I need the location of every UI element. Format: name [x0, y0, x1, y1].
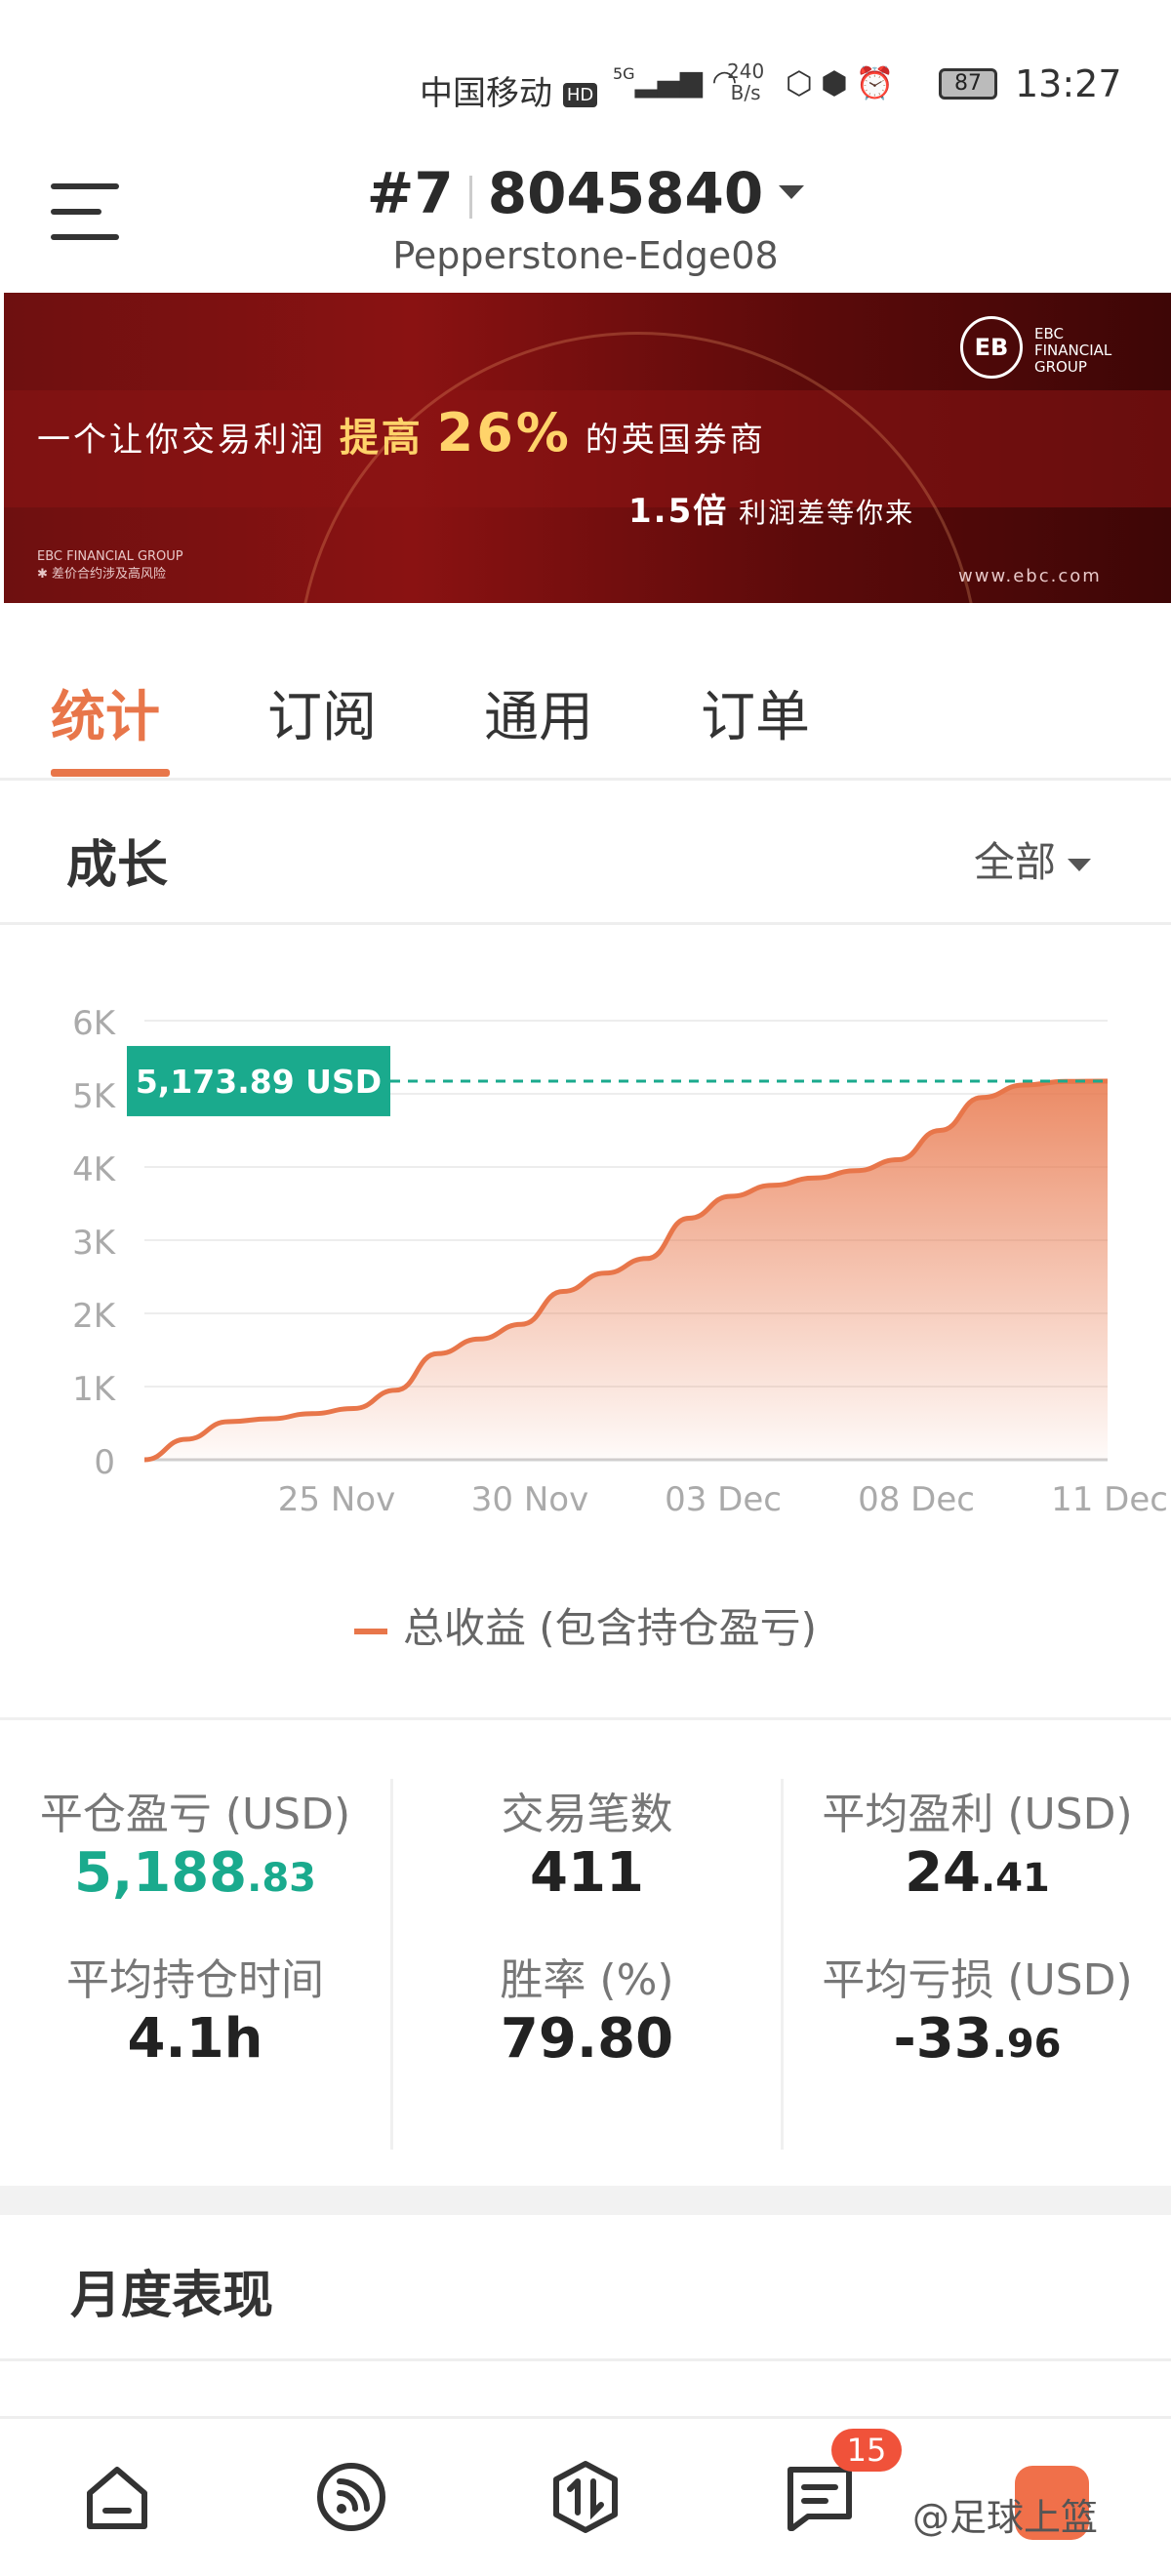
ebc-logo: EB	[960, 316, 1023, 379]
chevron-down-icon	[1068, 859, 1092, 871]
win-rate-label: 胜率 (%)	[500, 1955, 674, 2005]
legend-swatch	[353, 1628, 387, 1634]
bridge-graphic	[297, 332, 980, 603]
avg-hold-label: 平均持仓时间	[66, 1955, 324, 2005]
current-value-label: 5,173.89 USD	[136, 1063, 382, 1101]
x-tick-label: 11 Dec	[1051, 1480, 1168, 1519]
banner-subline: 1.5倍 利润差等你来	[628, 492, 915, 531]
chart-legend[interactable]: 总收益 (包含持仓盈亏)	[0, 1595, 1171, 1655]
clock: 13:27	[1015, 62, 1122, 105]
growth-header: 成长 全部	[0, 783, 1171, 925]
status-bar: 中国移动 HD 5G▂▄▆ ◠ 240 B/s ⬡⬢⏰ 87 13:27	[0, 0, 1171, 156]
avg-loss-label: 平均亏损 (USD)	[822, 1955, 1133, 2005]
chevron-down-icon	[779, 184, 805, 199]
trades-label: 交易笔数	[501, 1790, 673, 1839]
watermark: @足球上篮	[912, 2496, 1099, 2539]
shield-icon: ⬢	[820, 64, 856, 101]
battery-icon: 87	[939, 68, 997, 100]
avg-hold-value: 4.1h	[127, 2007, 263, 2071]
tab-subscribe[interactable]: 订阅	[267, 673, 377, 752]
y-tick-label: 0	[94, 1443, 115, 1482]
tab-stats[interactable]: 统计	[51, 673, 160, 752]
home-icon[interactable]	[78, 2458, 156, 2536]
trades-value: 411	[530, 1841, 644, 1905]
account-number: 8045840	[487, 160, 764, 226]
nfc-icon: ⬡	[786, 64, 821, 101]
banner-headline: 一个让你交易利润 提高 26% 的英国券商	[37, 402, 766, 463]
banner-url: www.ebc.com	[958, 566, 1102, 586]
growth-chart-svg: 0 1K 2K 3K 4K 5K 6K 25 Nov 30 Nov 03 Dec 08 Dec 11 …	[72, 1004, 1168, 1519]
signal-feed-icon[interactable]	[312, 2458, 390, 2536]
active-tab-indicator	[51, 769, 170, 777]
stats-panel: 平仓盈亏 (USD) 5,188.83 平均持仓时间 4.1h 交易笔数 411…	[0, 1717, 1171, 2186]
y-tick-label: 5K	[72, 1077, 117, 1116]
ad-banner[interactable]: EB EBC FINANCIAL GROUP 一个让你交易利润 提高 26% 的…	[4, 293, 1171, 603]
tab-general[interactable]: 通用	[484, 673, 593, 752]
account-selector[interactable]: #7 8045840	[0, 160, 1171, 226]
tab-orders[interactable]: 订单	[701, 673, 810, 752]
avg-profit-label: 平均盈利 (USD)	[822, 1790, 1133, 1839]
y-tick-label: 4K	[72, 1150, 117, 1189]
x-tick-label: 30 Nov	[471, 1480, 588, 1519]
rank: #7	[366, 160, 454, 226]
y-tick-label: 2K	[72, 1297, 117, 1336]
y-tick-label: 6K	[72, 1004, 117, 1043]
growth-chart[interactable]: 0 1K 2K 3K 4K 5K 6K 25 Nov 30 Nov 03 Dec 08 Dec 11 …	[0, 927, 1171, 1708]
monthly-header[interactable]: 月度表现	[0, 2215, 1171, 2361]
stats-column-3: 平均盈利 (USD) 24.41 平均亏损 (USD) -33.96	[781, 1779, 1171, 2150]
stats-column-2: 交易笔数 411 胜率 (%) 79.80	[390, 1779, 781, 2150]
win-rate-value: 79.80	[500, 2007, 674, 2071]
alarm-icon: ⏰	[855, 64, 903, 101]
app-header: #7 8045840 Pepperstone-Edge08	[0, 156, 1171, 293]
server-name: Pepperstone-Edge08	[392, 234, 779, 277]
bottom-nav: 15 @足球上篮	[0, 2416, 1171, 2576]
banner-footer: EBC FINANCIAL GROUP ✱ 差价合约涉及高风险	[37, 549, 183, 582]
ebc-logo-text: EBC FINANCIAL GROUP	[1034, 325, 1112, 376]
avg-profit-value: 24.41	[905, 1841, 1050, 1905]
closed-pnl-value: 5,188.83	[74, 1841, 316, 1905]
x-tick-label: 03 Dec	[665, 1480, 782, 1519]
closed-pnl-label: 平仓盈亏 (USD)	[39, 1790, 351, 1839]
network-speed: 240 B/s	[727, 60, 765, 104]
hd-badge: HD	[562, 83, 598, 107]
divider	[468, 175, 472, 219]
trade-icon[interactable]	[546, 2458, 625, 2536]
carrier-name: 中国移动 HD	[420, 66, 598, 114]
messages-badge: 15	[831, 2429, 902, 2472]
tab-bar: 统计 订阅 通用 订单	[0, 634, 1171, 781]
status-icons: ⬡⬢⏰	[786, 64, 903, 101]
avg-loss-value: -33.96	[893, 2007, 1062, 2071]
signal-icon: 5G▂▄▆ ◠	[613, 64, 738, 99]
range-selector[interactable]: 全部	[974, 829, 1092, 889]
y-tick-label: 1K	[72, 1370, 117, 1409]
section-divider	[0, 2186, 1171, 2215]
network-type: 5G	[613, 64, 635, 83]
x-tick-label: 08 Dec	[858, 1480, 975, 1519]
growth-title: 成长	[66, 836, 169, 895]
x-tick-label: 25 Nov	[278, 1480, 395, 1519]
series-area	[144, 1080, 1108, 1460]
legend-label: 总收益 (包含持仓盈亏)	[402, 1604, 818, 1652]
monthly-title: 月度表现	[70, 2267, 274, 2325]
stats-column-1: 平仓盈亏 (USD) 5,188.83 平均持仓时间 4.1h	[0, 1779, 390, 2150]
y-tick-label: 3K	[72, 1224, 117, 1263]
